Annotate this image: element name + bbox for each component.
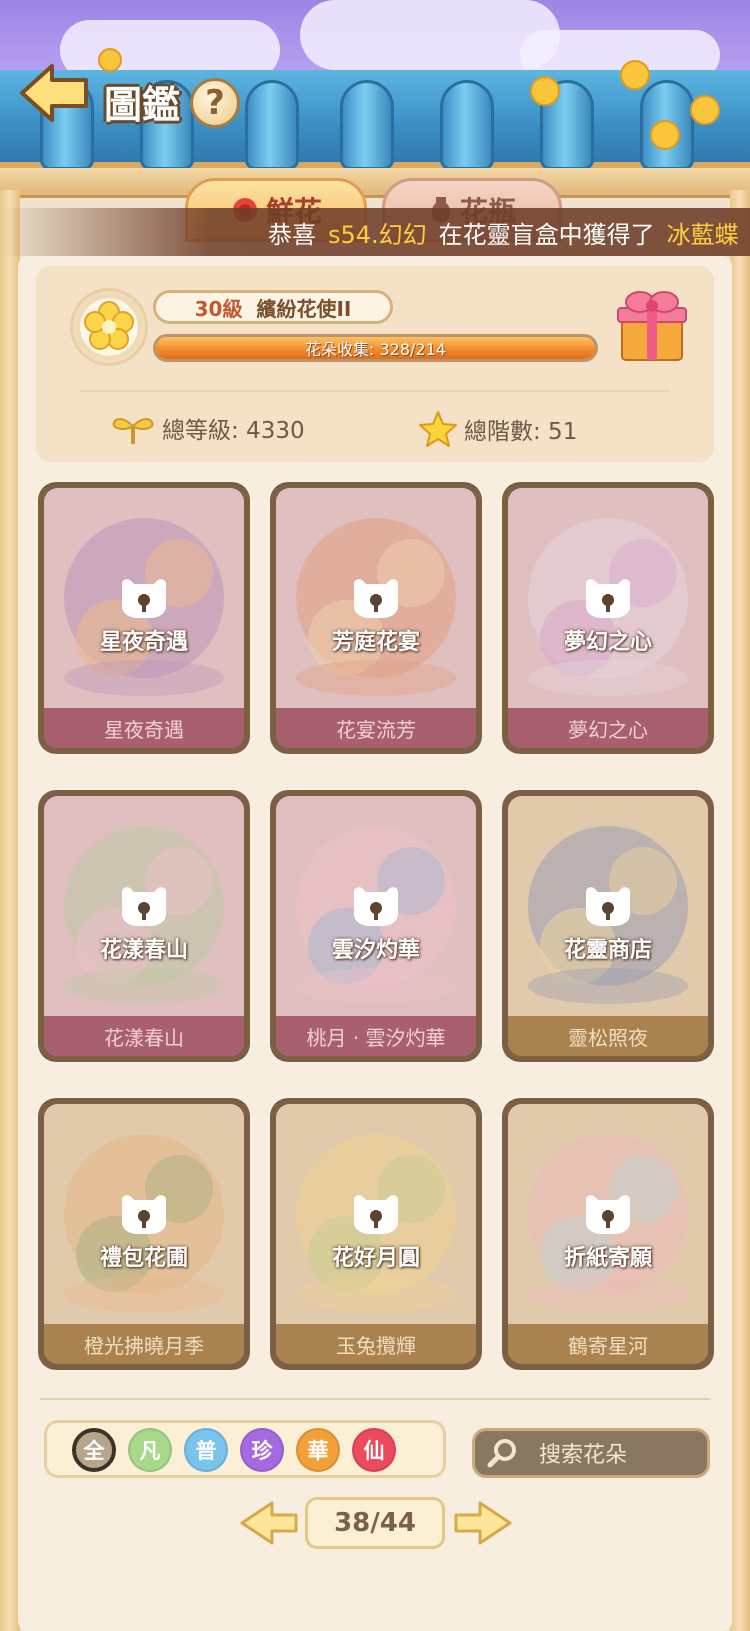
rank-pill: 30級 繽紛花使II [153,290,393,324]
card-footer: 花漾春山 [44,1016,244,1056]
gift-box-icon [617,291,687,361]
help-button[interactable]: ? [190,78,240,128]
card-title: 夢幻之心 [563,630,652,655]
card-inner: 折紙寄願 鶴寄星河 [508,1104,708,1364]
card-footer: 靈松照夜 [508,1016,708,1056]
lock-icon [354,887,398,926]
lock-icon [586,579,630,618]
back-button[interactable] [18,58,92,128]
collection-card[interactable]: 星夜奇遇 星夜奇遇 [38,482,250,754]
card-footer: 橙光拂曉月季 [44,1324,244,1364]
rank-title: 繽紛花使II [256,296,352,321]
collection-card[interactable]: 芳庭花宴 花宴流芳 [270,482,482,754]
blossom-decoration [530,76,560,106]
announcement-marquee: 恭喜 s54.幻幻 在花靈盲盒中獲得了 冰藍蝶 [0,208,750,256]
search-flower-button[interactable]: 搜索花朵 [472,1428,710,1478]
card-inner: 花靈商店 靈松照夜 [508,796,708,1056]
blossom-decoration [690,95,720,125]
roof-tile [340,80,394,170]
collection-card[interactable]: 花靈商店 靈松照夜 [502,790,714,1062]
card-title: 雲汐灼華 [331,938,420,963]
marquee-text: 在花靈盲盒中獲得了 [438,220,655,249]
rarity-filter-chip[interactable]: 全 [72,1428,116,1472]
flower-badge-icon [84,301,134,350]
lock-icon [354,1195,398,1234]
lock-icon [586,887,630,926]
total-stars-stat: 總階數: 51 [418,410,577,448]
back-arrow-icon [20,64,88,122]
level-badge [70,288,148,366]
card-footer: 花宴流芳 [276,708,476,748]
prev-page-button[interactable] [238,1497,300,1549]
collection-card[interactable]: 花漾春山 花漾春山 [38,790,250,1062]
left-pillar [0,190,20,1631]
card-title: 芳庭花宴 [331,630,420,655]
search-placeholder: 搜索花朵 [539,1443,628,1468]
gift-box-button[interactable] [616,288,688,364]
blossom-decoration [650,120,680,150]
next-page-button[interactable] [452,1497,514,1549]
card-inner: 夢幻之心 夢幻之心 [508,488,708,748]
card-inner: 花好月圓 玉兔攬輝 [276,1104,476,1364]
page-title: 圖鑑 [104,82,181,127]
card-inner: 禮包花圃橙光拂曉月季 [44,1104,244,1364]
card-title: 星夜奇遇 [99,630,188,655]
blossom-decoration [98,48,122,72]
bottom-divider [40,1398,710,1400]
collection-card[interactable]: 折紙寄願 鶴寄星河 [502,1098,714,1370]
card-title: 禮包花圃 [99,1246,188,1271]
lock-icon [122,1195,166,1234]
marquee-prefix: 恭喜 [268,220,316,249]
collection-label: 花朵收集: 328/214 [305,340,446,359]
player-level: 30級 [194,296,243,321]
rarity-filter-chip[interactable]: 仙 [352,1428,396,1472]
rarity-filter-chip[interactable]: 華 [296,1428,340,1472]
total-level-label: 總等級: 4330 [162,418,305,444]
card-title: 花靈商店 [563,938,652,963]
collection-card[interactable]: 雲汐灼華桃月 · 雲汐灼華 [270,790,482,1062]
card-title: 花漾春山 [99,938,188,963]
card-title: 花好月圓 [331,1246,420,1271]
card-inner: 雲汐灼華桃月 · 雲汐灼華 [276,796,476,1056]
sprout-icon [112,418,154,444]
lock-icon [586,1195,630,1234]
roof-tile [440,80,494,170]
rarity-filter-chip[interactable]: 凡 [128,1428,172,1472]
card-footer: 桃月 · 雲汐灼華 [276,1016,476,1056]
arrow-right-icon [454,1501,512,1545]
level-card-divider [80,390,670,392]
card-inner: 星夜奇遇 星夜奇遇 [44,488,244,748]
collection-card[interactable]: 花好月圓 玉兔攬輝 [270,1098,482,1370]
total-stars-label: 總階數: 51 [464,419,578,445]
collection-card[interactable]: 禮包花圃橙光拂曉月季 [38,1098,250,1370]
card-inner: 花漾春山 花漾春山 [44,796,244,1056]
blossom-decoration [620,60,650,90]
arrow-left-icon [240,1501,298,1545]
card-footer: 夢幻之心 [508,708,708,748]
card-inner: 芳庭花宴 花宴流芳 [276,488,476,748]
right-pillar [730,190,750,1631]
rarity-filter-chip[interactable]: 普 [184,1428,228,1472]
marquee-player: s54.幻幻 [328,220,427,249]
marquee-item: 冰藍蝶 [666,220,739,249]
roof-tile [245,80,299,170]
card-title: 折紙寄願 [563,1246,652,1271]
roof-beam [0,168,750,198]
page-indicator: 38/44 [305,1497,445,1549]
lock-icon [354,579,398,618]
card-footer: 星夜奇遇 [44,708,244,748]
lock-icon [122,887,166,926]
collection-progress-bar: 花朵收集: 328/214 [153,334,598,362]
card-footer: 鶴寄星河 [508,1324,708,1364]
star-icon [419,411,457,447]
card-footer: 玉兔攬輝 [276,1324,476,1364]
collection-card[interactable]: 夢幻之心 夢幻之心 [502,482,714,754]
rarity-filter-chip[interactable]: 珍 [240,1428,284,1472]
total-level-stat: 總等級: 4330 [110,410,305,446]
lock-icon [122,579,166,618]
search-icon [487,1439,516,1468]
